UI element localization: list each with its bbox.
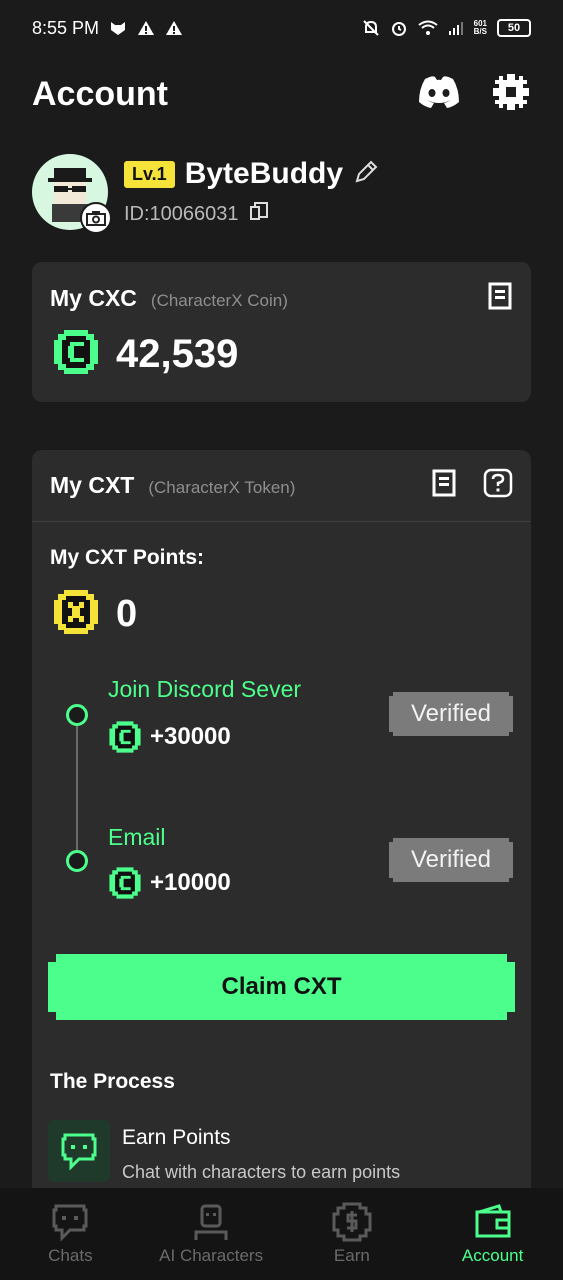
nav-account[interactable]: Account: [428, 1202, 558, 1266]
cxc-title: My CXC: [50, 284, 137, 311]
alarm-icon: [390, 19, 408, 37]
nav-ai-characters[interactable]: AI Characters: [146, 1202, 276, 1266]
cxc-coin-icon: [52, 328, 100, 381]
nav-label: AI Characters: [159, 1246, 264, 1265]
nav-label: Account: [461, 1246, 524, 1265]
cxc-subtitle: (CharacterX Coin): [150, 290, 288, 310]
nav-earn[interactable]: Earn: [287, 1202, 417, 1266]
task-title-discord: Join Discord Sever: [108, 676, 302, 702]
task-title-email: Email: [108, 824, 166, 850]
status-bar: 8:55 PM 601 B/S 50: [0, 0, 563, 56]
process-item: Earn Points Chat with characters to earn…: [48, 1120, 515, 1183]
process-item-title: Earn Points: [122, 1126, 231, 1149]
cxt-points-value: 0: [116, 593, 138, 635]
timeline-line: [76, 716, 78, 864]
chat-icon: [52, 1204, 88, 1242]
help-icon[interactable]: [483, 468, 513, 503]
wallet-icon: [475, 1204, 511, 1238]
task-reward-discord: +30000: [108, 720, 231, 754]
avatar[interactable]: [32, 154, 112, 234]
cxc-coin-icon: [109, 721, 141, 753]
cxc-card: My CXC (CharacterX Coin) 42,539: [32, 262, 531, 402]
warning-icon: [165, 20, 183, 36]
page-title: Account: [32, 74, 168, 113]
claim-cxt-button[interactable]: Claim CXT: [48, 954, 515, 1020]
verified-button-discord[interactable]: Verified: [389, 692, 513, 736]
copy-icon[interactable]: [249, 201, 269, 227]
cxt-title: My CXT: [50, 472, 135, 498]
bottom-nav: Chats AI Characters Earn Account: [0, 1188, 563, 1280]
nav-chats[interactable]: Chats: [5, 1202, 135, 1266]
user-id: ID:10066031: [124, 202, 239, 225]
dollar-icon: [332, 1202, 372, 1242]
chat-bubble-icon: [48, 1120, 110, 1182]
cxt-subtitle: (CharacterX Token): [148, 478, 296, 497]
app-notification-icon: [109, 20, 127, 36]
task-reward-email: +10000: [108, 866, 231, 900]
wifi-icon: [418, 20, 438, 36]
username: ByteBuddy: [184, 157, 344, 190]
battery-icon: 50: [497, 19, 531, 37]
discord-icon[interactable]: [417, 75, 461, 114]
cxt-card: My CXT (CharacterX Token) My CXT Points:…: [32, 450, 531, 1210]
signal-icon: [448, 20, 464, 36]
network-speed: 601 B/S: [474, 20, 487, 36]
process-item-desc: Chat with characters to earn points: [122, 1162, 401, 1182]
timeline-dot: [66, 704, 88, 726]
nav-label: Chats: [48, 1246, 93, 1265]
gear-icon[interactable]: [491, 72, 531, 117]
page-header: Account: [32, 66, 531, 122]
document-icon[interactable]: [487, 281, 513, 316]
edit-pencil-icon[interactable]: [353, 159, 379, 190]
level-badge: Lv.1: [124, 160, 175, 188]
mute-bell-icon: [362, 19, 380, 37]
task-reward-value: +30000: [150, 723, 231, 750]
cxc-balance: 42,539: [116, 332, 239, 376]
document-icon[interactable]: [431, 468, 457, 503]
warning-icon: [137, 20, 155, 36]
cxt-points-label: My CXT Points:: [50, 546, 205, 569]
task-reward-value: +10000: [150, 869, 231, 896]
character-icon: [194, 1204, 228, 1240]
camera-icon[interactable]: [80, 202, 112, 234]
status-time: 8:55 PM: [32, 17, 100, 38]
cxc-coin-icon: [109, 867, 141, 899]
network-speed-unit: B/S: [473, 27, 487, 36]
process-title: The Process: [50, 1070, 175, 1093]
cxt-token-icon: [52, 588, 100, 641]
profile-section: Lv.1 ByteBuddy ID:10066031: [32, 152, 531, 234]
timeline-dot: [66, 850, 88, 872]
nav-label: Earn: [333, 1246, 370, 1265]
verified-button-email[interactable]: Verified: [389, 838, 513, 882]
